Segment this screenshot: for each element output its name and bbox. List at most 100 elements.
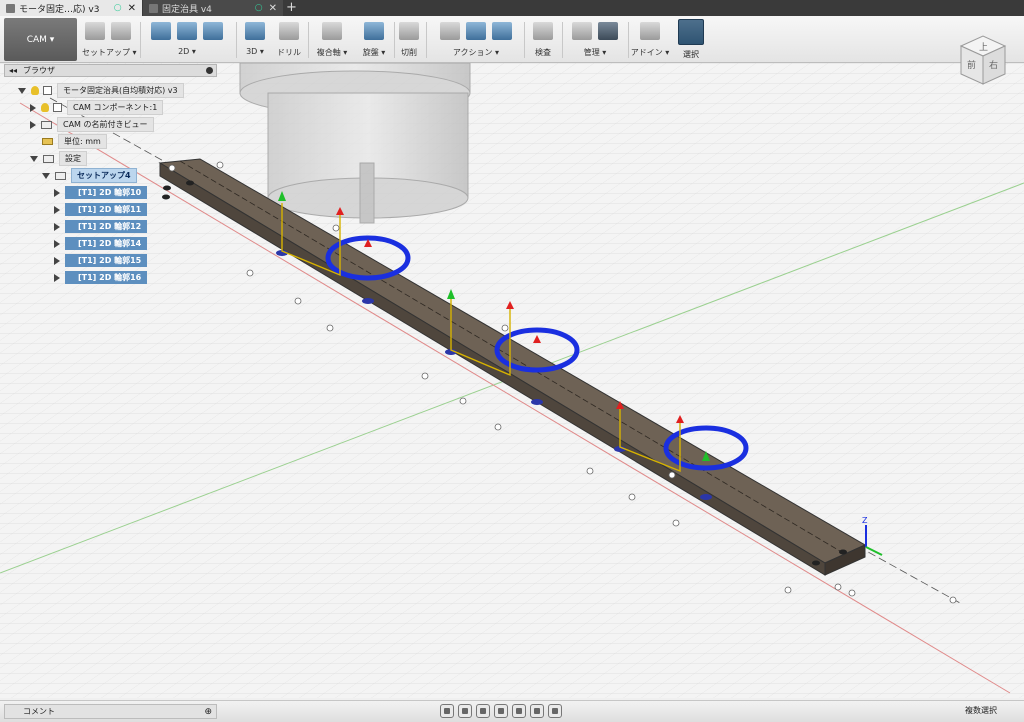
document-icon [149,3,158,13]
measure-icon [533,22,553,40]
actions-group[interactable]: アクション ▾ [430,19,522,61]
select-tool-label: 選択 [683,50,699,59]
addins-group[interactable]: アドイン ▾ [630,19,670,61]
view-cube-front-label[interactable]: 前 [967,59,976,71]
turning-group[interactable]: 旋盤 ▾ [356,19,392,61]
look-at-icon[interactable] [458,704,472,718]
operation-item[interactable]: [T1] 2D 輪郭14 [54,237,147,250]
drill-group[interactable]: ドリル [274,19,304,61]
pin-icon[interactable] [206,67,213,74]
multi-axis-group-label: 複合軸 ▾ [316,48,348,57]
expand-icon[interactable] [54,273,60,282]
cutting-group[interactable]: 切削 [396,19,422,61]
tree-item-label: 設定 [59,151,87,166]
toolbar-divider [140,22,141,58]
folder-icon [43,154,54,163]
add-comment-icon[interactable]: ⊕ [204,707,212,717]
tree-root[interactable]: モータ固定治具(自均積対応) v3 [18,83,184,98]
document-tab-inactive[interactable]: 固定治具 v4 ○ ✕ [143,0,283,16]
tree-item-setup[interactable]: セットアップ4 [42,168,137,183]
design-canvas[interactable]: Z [0,63,1024,698]
contour-operation-icon [68,241,74,246]
sync-status-icon: ○ [254,3,263,13]
expand-icon[interactable] [18,87,26,94]
expand-icon[interactable] [30,120,36,129]
view-cube-top-label[interactable]: 上 [979,42,988,53]
2d-group[interactable]: 2D ▾ [144,19,230,61]
display-settings-icon[interactable] [530,704,544,718]
expand-icon[interactable] [54,188,60,197]
collapse-icon[interactable]: ◂◂ [9,66,17,75]
drill-icon [279,22,299,40]
actions-group-label: アクション ▾ [452,48,500,57]
expand-icon[interactable] [54,239,60,248]
workspace-label: CAM ▾ [26,34,55,45]
operation-item[interactable]: [T1] 2D 輪郭10 [54,186,147,199]
inspect-group[interactable]: 検査 [528,19,558,61]
open-setup-icon [111,22,131,40]
manage-group[interactable]: 管理 ▾ [566,19,624,61]
visibility-bulb-icon[interactable] [31,86,39,95]
expand-icon[interactable] [54,205,60,214]
cutting-icon [399,22,419,40]
pan-icon[interactable] [476,704,490,718]
toolbar-divider [524,22,525,58]
comments-panel[interactable]: コメント ⊕ [4,704,217,719]
inspect-group-label: 検査 [535,48,551,57]
select-tool-button[interactable]: 選択 [676,19,706,61]
tree-item-cam-component[interactable]: CAM コンポーネント:1 [30,100,164,115]
operation-item[interactable]: [T1] 2D 輪郭15 [54,254,147,267]
grid-settings-icon[interactable] [548,704,562,718]
3d-group[interactable]: 3D ▾ [240,19,270,61]
tree-item-label: CAM コンポーネント:1 [67,100,164,115]
orbit-icon[interactable] [440,704,454,718]
view-cube-right-label[interactable]: 右 [989,59,998,71]
expand-icon[interactable] [30,103,36,112]
document-tab-bar: モータ固定…応) v3 ○ ✕ 固定治具 v4 ○ ✕ + [0,0,1024,16]
cutting-group-label: 切削 [401,48,417,57]
ruler-icon [42,138,53,145]
view-cube[interactable]: 上 前 右 [955,32,1011,88]
browser-title: ブラウザ [23,66,56,75]
visibility-bulb-icon[interactable] [41,103,49,112]
setup-group[interactable]: セットアップ ▾ [82,19,137,61]
browser-panel-header[interactable]: ◂◂ ブラウザ [4,64,217,77]
2d-pocket-icon [177,22,197,40]
tree-item-named-views[interactable]: CAM の名前付きビュー [30,117,154,132]
operation-item[interactable]: [T1] 2D 輪郭11 [54,203,147,216]
tool-library-icon [572,22,592,40]
setup-sheet-icon [492,22,512,40]
drill-group-label: ドリル [277,48,301,57]
toolbar-divider [628,22,629,58]
document-tab-active[interactable]: モータ固定…応) v3 ○ ✕ [0,0,142,16]
close-tab-icon[interactable]: ✕ [128,3,136,14]
2d-contour-icon [203,22,223,40]
tree-item-units[interactable]: 単位: mm [42,134,107,149]
toolbar-divider [426,22,427,58]
operation-item[interactable]: [T1] 2D 輪郭16 [54,271,147,284]
expand-icon[interactable] [54,256,60,265]
multi-axis-icon [322,22,342,40]
sync-status-icon: ○ [113,3,122,13]
multi-axis-group[interactable]: 複合軸 ▾ [312,19,352,61]
expand-icon[interactable] [30,155,38,162]
zoom-icon[interactable] [494,704,508,718]
document-icon [6,3,15,13]
expand-icon[interactable] [42,172,50,179]
post-process-icon [466,22,486,40]
operation-item[interactable]: [T1] 2D 輪郭12 [54,220,147,233]
document-tab-label: 固定治具 v4 [162,4,212,15]
operation-label: [T1] 2D 輪郭15 [78,256,142,265]
tree-item-label: セットアップ4 [71,168,137,183]
close-tab-icon[interactable]: ✕ [269,3,277,14]
new-tab-button[interactable]: + [286,0,297,16]
operation-label: [T1] 2D 輪郭11 [78,205,142,214]
operation-label: [T1] 2D 輪郭14 [78,239,142,248]
document-icon [43,86,52,95]
component-icon [53,103,62,112]
zoom-window-icon[interactable] [512,704,526,718]
expand-icon[interactable] [54,222,60,231]
addins-group-label: アドイン ▾ [630,48,670,57]
tree-item-settings[interactable]: 設定 [30,151,87,166]
workspace-switcher-button[interactable]: CAM ▾ [4,18,77,61]
